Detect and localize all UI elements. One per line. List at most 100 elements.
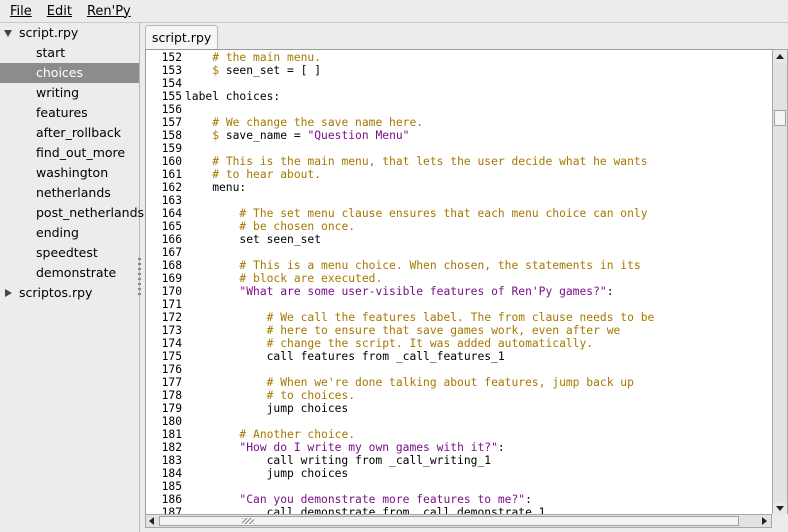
code-token-plain: : (525, 493, 532, 506)
code-token-string: "How do I write my own games with it?" (239, 441, 498, 454)
code-line: 156 (146, 103, 774, 116)
code-token-string: "Question Menu" (307, 129, 410, 142)
code-token-comment: # We call the features label. The from c… (266, 311, 655, 324)
vertical-scrollbar[interactable] (772, 49, 788, 516)
line-text: call features from _call_features_1 (182, 350, 505, 363)
triangle-down-icon[interactable] (4, 30, 12, 37)
tree-file-label: scriptos.rpy (19, 285, 93, 300)
line-text: menu: (182, 181, 246, 194)
line-number: 169 (161, 272, 182, 285)
tree-label-demonstrate[interactable]: demonstrate (0, 263, 139, 283)
tree-label-choices[interactable]: choices (0, 63, 139, 83)
tree-label-features[interactable]: features (0, 103, 139, 123)
code-line: 154 (146, 77, 774, 90)
tab-bar: script.rpy (141, 23, 788, 49)
tree-label-ending[interactable]: ending (0, 223, 139, 243)
code-line: 165 # be chosen once. (146, 220, 774, 233)
line-text: # block are executed. (182, 272, 382, 285)
code-line: 175 call features from _call_features_1 (146, 350, 774, 363)
scroll-up-icon[interactable] (773, 50, 787, 63)
code-line: 152 # the main menu. (146, 51, 774, 64)
scroll-left-icon[interactable] (146, 515, 159, 527)
line-number: 182 (161, 441, 182, 454)
code-token-comment: # This is the main menu, that lets the u… (212, 155, 648, 168)
tree-file-label: script.rpy (19, 25, 79, 40)
code-token-comment: # be chosen once. (239, 220, 356, 233)
tree-label-speedtest[interactable]: speedtest (0, 243, 139, 263)
line-number: 186 (161, 493, 182, 506)
tree-label-writing[interactable]: writing (0, 83, 139, 103)
tree-label-post-netherlands[interactable]: post_netherlands (0, 203, 144, 223)
code-line: 161 # to hear about. (146, 168, 774, 181)
line-text (182, 415, 185, 428)
line-number: 167 (161, 246, 182, 259)
code-line: 157 # We change the save name here. (146, 116, 774, 129)
grip-icon (242, 518, 254, 524)
line-text (182, 298, 185, 311)
line-number: 177 (161, 376, 182, 389)
code-line: 159 (146, 142, 774, 155)
code-token-comment: # block are executed. (239, 272, 383, 285)
menu-edit[interactable]: Edit (42, 4, 77, 19)
code-line: 169 # block are executed. (146, 272, 774, 285)
tree-file-scriptos-rpy[interactable]: scriptos.rpy (0, 283, 139, 303)
horizontal-scrollbar[interactable] (145, 514, 772, 528)
line-text: # This is the main menu, that lets the u… (182, 155, 648, 168)
code-token-plain: menu: (185, 181, 247, 194)
line-text: # be chosen once. (182, 220, 355, 233)
code-token-comment: $ (212, 129, 226, 142)
code-token-comment: # here to ensure that save games work, e… (266, 324, 621, 337)
menu-file[interactable]: File (5, 4, 37, 19)
line-number: 157 (161, 116, 182, 129)
code-line: 182 "How do I write my own games with it… (146, 441, 774, 454)
code-token-plain: call writing from _call_writing_1 (185, 454, 492, 467)
line-number: 154 (161, 77, 182, 90)
code-token-plain: label choices: (185, 90, 281, 103)
code-line: 178 # to choices. (146, 389, 774, 402)
code-token-plain: jump choices (185, 402, 349, 415)
scroll-right-icon[interactable] (758, 515, 771, 527)
tree-label-find-out-more[interactable]: find_out_more (0, 143, 139, 163)
line-text: # Another choice. (182, 428, 355, 441)
tree-file-script-rpy[interactable]: script.rpy (0, 23, 139, 43)
horizontal-scroll-thumb[interactable] (159, 516, 739, 526)
code-line: 164 # The set menu clause ensures that e… (146, 207, 774, 220)
line-text: jump choices (182, 402, 349, 415)
line-text (182, 246, 185, 259)
splitter-handle[interactable] (138, 258, 141, 298)
tab-script-rpy[interactable]: script.rpy (145, 25, 219, 49)
code-token-string: "What are some user-visible features of … (239, 285, 607, 298)
code-token-plain: : (606, 285, 614, 298)
tree-label-netherlands[interactable]: netherlands (0, 183, 139, 203)
tree-label-start[interactable]: start (0, 43, 139, 63)
code-token-plain: seen_set = [ ] (225, 64, 322, 77)
line-number: 163 (161, 194, 182, 207)
tree-label-washington[interactable]: washington (0, 163, 139, 183)
line-text: # This is a menu choice. When chosen, th… (182, 259, 641, 272)
vertical-scroll-thumb[interactable] (774, 110, 786, 126)
line-number: 175 (161, 350, 182, 363)
code-editor[interactable]: 152 # the main menu. 153 $ seen_set = [ ]… (145, 49, 775, 516)
code-line: 163 (146, 194, 774, 207)
code-token-plain: save_name = (225, 129, 308, 142)
triangle-right-icon[interactable] (5, 289, 12, 297)
code-token-comment: # change the script. It was added automa… (266, 337, 594, 350)
line-text: jump choices (182, 467, 349, 480)
code-token-comment: # This is a menu choice. When chosen, th… (239, 259, 641, 272)
line-text: # We call the features label. The from c… (182, 311, 655, 324)
code-line: 160 # This is the main menu, that lets t… (146, 155, 774, 168)
tree-label-after-rollback[interactable]: after_rollback (0, 123, 139, 143)
line-text: # When we're done talking about features… (182, 376, 634, 389)
line-number: 155 (161, 90, 182, 103)
menu-renpy[interactable]: Ren'Py (82, 4, 136, 19)
code-line: 181 # Another choice. (146, 428, 774, 441)
line-number: 181 (161, 428, 182, 441)
